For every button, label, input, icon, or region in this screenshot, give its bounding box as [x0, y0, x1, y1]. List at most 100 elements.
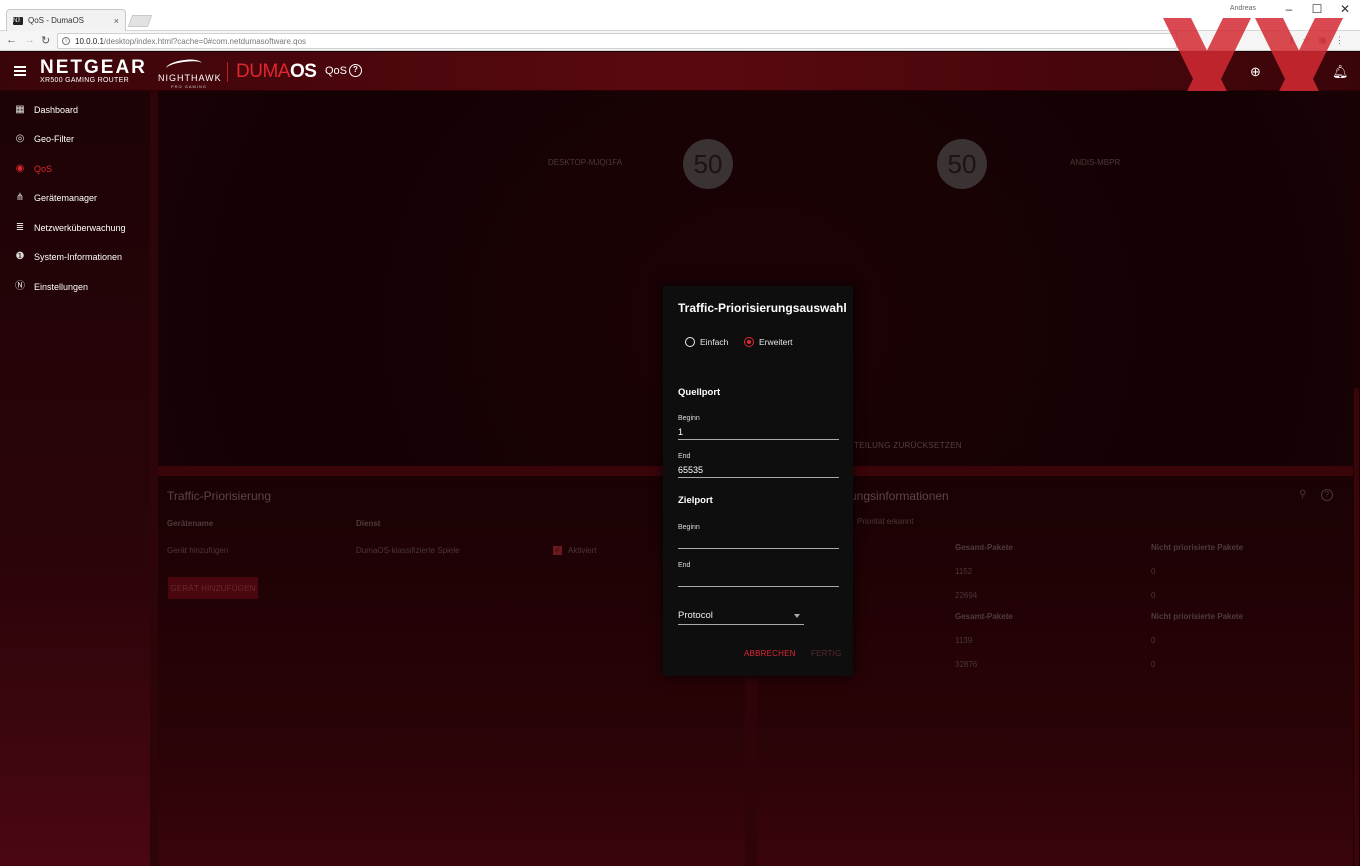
favicon-icon: N》 — [13, 16, 24, 25]
window-close-icon[interactable]: ✕ — [1338, 2, 1352, 16]
column-header: Nicht priorisierte Pakete — [1151, 543, 1244, 552]
pin-icon[interactable]: ⚲ — [1299, 489, 1306, 500]
radio-selected-icon — [744, 337, 754, 347]
device-label: ANDIS-MBPR — [1070, 158, 1121, 167]
page-title: QoS — [325, 65, 348, 77]
sidebar-item-settings[interactable]: Ⓝ Einstellungen — [0, 277, 150, 297]
notification-bell-icon[interactable]: 🔔︎ — [1332, 64, 1349, 80]
dialog-title: Traffic-Priorisierungsauswahl — [678, 301, 847, 315]
device-label: DESKTOP-MJQI1FA — [548, 158, 623, 167]
table-cell: 0 — [1151, 660, 1156, 669]
sidebar-item-qos[interactable]: ◉ QoS — [0, 159, 150, 179]
sidebar-item-label: QoS — [34, 164, 53, 174]
site-info-icon[interactable]: i — [62, 37, 70, 45]
maximize-icon[interactable]: ☐ — [1310, 2, 1324, 16]
panel-title: Traffic-Priorisierung — [167, 489, 272, 503]
url-input[interactable]: i 10.0.0.1 /desktop/index.html?cache=0#c… — [57, 33, 1177, 49]
url-host: 10.0.0.1 — [75, 36, 104, 46]
tab-close-icon[interactable]: × — [114, 16, 119, 26]
field-label: End — [678, 562, 691, 569]
network-monitor-icon: ≣ — [15, 222, 25, 233]
forward-icon[interactable]: → — [24, 34, 35, 46]
bandwidth-share-circle[interactable]: 50 — [683, 139, 733, 189]
back-icon[interactable]: ← — [6, 34, 17, 46]
sidebar: ▦ Dashboard ◎ Geo-Filter ◉ QoS ⋔ Gerätem… — [0, 91, 150, 866]
radio-unselected-icon — [685, 337, 695, 347]
new-tab-button[interactable] — [127, 15, 153, 27]
dumaos-logo: DUMAOS — [236, 61, 317, 82]
field-label: End — [678, 453, 691, 460]
add-device-button[interactable]: GERÄT HINZUFÜGEN — [168, 577, 258, 599]
reload-icon[interactable]: ↻ — [41, 34, 50, 47]
source-begin-input[interactable]: 1 — [678, 426, 839, 440]
settings-icon: Ⓝ — [15, 281, 25, 292]
router-model: XR500 GAMING ROUTER — [40, 77, 129, 84]
protocol-select[interactable]: Protocol — [678, 609, 804, 625]
header-divider — [227, 62, 228, 82]
table-cell: 22694 — [955, 591, 978, 600]
radio-simple[interactable]: Einfach — [685, 337, 728, 347]
system-info-icon: ❶ — [15, 251, 25, 262]
source-port-heading: Quellport — [678, 387, 721, 398]
globe-icon[interactable]: ⊕ — [1250, 64, 1261, 80]
help-icon[interactable]: ? — [1321, 489, 1333, 501]
sidebar-item-label: Dashboard — [34, 105, 79, 115]
netgear-logo: NETGEAR — [40, 57, 147, 78]
browser-tab[interactable]: N》 QoS - DumaOS × — [6, 9, 126, 31]
dest-end-input[interactable] — [678, 573, 839, 587]
minimize-icon[interactable]: – — [1282, 2, 1296, 16]
column-header: Nicht priorisierte Pakete — [1151, 612, 1244, 621]
reset-share-button[interactable]: TEILUNG ZURÜCKSETZEN — [854, 441, 962, 450]
sidebar-item-dashboard[interactable]: ▦ Dashboard — [0, 100, 150, 120]
sidebar-item-geo-filter[interactable]: ◎ Geo-Filter — [0, 129, 150, 149]
panel-title: ungsinformationen — [850, 489, 949, 503]
table-cell: 0 — [1151, 567, 1156, 576]
help-icon[interactable]: ? — [349, 64, 362, 77]
radio-label: Einfach — [700, 337, 729, 347]
sidebar-item-device-manager[interactable]: ⋔ Gerätemanager — [0, 188, 150, 208]
sidebar-item-label: Netzwerküberwachung — [34, 223, 126, 233]
sidebar-item-system-info[interactable]: ❶ System-Informationen — [0, 247, 150, 267]
protocol-select-label: Protocol — [678, 610, 713, 621]
sidebar-item-network-monitor[interactable]: ≣ Netzwerküberwachung — [0, 218, 150, 238]
enabled-checkbox[interactable]: ✓ — [553, 546, 562, 555]
tab-title: QoS - DumaOS — [28, 16, 85, 25]
sidebar-item-label: Geo-Filter — [34, 134, 75, 144]
radio-advanced[interactable]: Erweitert — [744, 337, 793, 347]
scrollbar-thumb[interactable] — [1354, 388, 1359, 866]
table-cell: Aktiviert — [568, 546, 597, 555]
chevron-down-icon — [794, 614, 800, 618]
sidebar-item-label: System-Informationen — [34, 252, 123, 262]
scrollbar[interactable] — [1353, 91, 1360, 866]
table-cell: 1139 — [955, 636, 973, 645]
field-label: Beginn — [678, 415, 700, 422]
info-note: Priorität erkannt — [857, 517, 914, 526]
table-cell: 0 — [1151, 591, 1156, 600]
dashboard-icon: ▦ — [15, 104, 25, 115]
column-header: Gerätename — [167, 519, 214, 528]
qos-icon: ◉ — [15, 163, 25, 174]
table-cell: 0 — [1151, 636, 1156, 645]
address-bar-row: ← → ↻ i 10.0.0.1 /desktop/index.html?cac… — [0, 31, 1360, 51]
source-end-input[interactable]: 65535 — [678, 464, 839, 478]
column-header: Gesamt-Pakete — [955, 612, 1013, 621]
device-manager-icon: ⋔ — [15, 192, 25, 203]
sidebar-border — [150, 91, 158, 866]
table-cell: 1152 — [955, 567, 973, 576]
sidebar-item-label: Gerätemanager — [34, 193, 98, 203]
nighthawk-logo: NIGHTHAWK — [158, 73, 222, 83]
field-label: Beginn — [678, 524, 700, 531]
profile-name[interactable]: Andreas — [1230, 5, 1256, 12]
nighthawk-sub: PRO GAMING — [171, 84, 208, 89]
dest-begin-input[interactable] — [678, 535, 839, 549]
cancel-button[interactable]: ABBRECHEN — [744, 649, 796, 658]
done-button[interactable]: FERTIG — [811, 649, 841, 658]
bandwidth-share-circle[interactable]: 50 — [937, 139, 987, 189]
traffic-priority-dialog: Traffic-Priorisierungsauswahl Einfach Er… — [663, 286, 853, 676]
menu-icon[interactable] — [14, 66, 26, 76]
column-header: Dienst — [356, 519, 381, 528]
table-cell: DumaOS-klassifizierte Spiele — [356, 546, 460, 555]
column-header: Gesamt-Pakete — [955, 543, 1013, 552]
extension-icons[interactable]: ⚷☆▣⋮ — [1288, 35, 1352, 46]
table-cell: 32876 — [955, 660, 978, 669]
